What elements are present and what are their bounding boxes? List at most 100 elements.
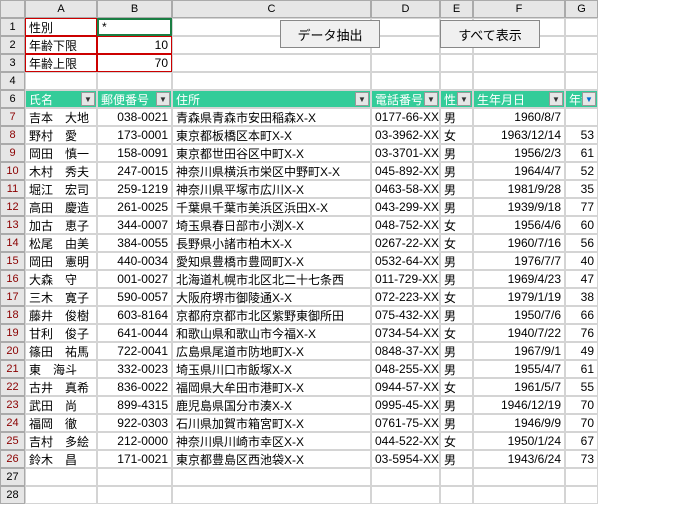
filter-dropdown-icon[interactable]: ▼ [156,92,170,106]
cell-phone[interactable]: 011-729-XXXX [371,270,440,288]
cell-name[interactable]: 吉本 大地 [25,108,97,126]
row-header[interactable]: 14 [0,234,25,252]
cell-name[interactable]: 岡田 憲明 [25,252,97,270]
cell-postcode[interactable]: 922-0303 [97,414,172,432]
cell-age[interactable]: 38 [565,288,598,306]
cell-postcode[interactable]: 836-0022 [97,378,172,396]
col-header[interactable]: C [172,0,371,18]
cell-age[interactable] [565,108,598,126]
cell-postcode[interactable]: 001-0027 [97,270,172,288]
cell-postcode[interactable]: 603-8164 [97,306,172,324]
cell-age[interactable]: 73 [565,450,598,468]
criteria-value[interactable]: * [97,18,172,36]
cell-sex[interactable]: 男 [440,450,473,468]
cell-address[interactable]: 京都府京都市北区紫野東御所田 [172,306,371,324]
empty-cell[interactable] [565,72,598,90]
cell-sex[interactable]: 男 [440,396,473,414]
cell-age[interactable]: 47 [565,270,598,288]
cell-birthday[interactable]: 1950/7/6 [473,306,565,324]
cell-sex[interactable]: 男 [440,306,473,324]
cell-name[interactable]: 武田 尚 [25,396,97,414]
cell-address[interactable]: 埼玉県春日部市小渕X-X [172,216,371,234]
cell-birthday[interactable]: 1956/2/3 [473,144,565,162]
cell-phone[interactable]: 03-3701-XXXX [371,144,440,162]
row-header[interactable]: 26 [0,450,25,468]
row-header[interactable]: 25 [0,432,25,450]
cell-postcode[interactable]: 440-0034 [97,252,172,270]
cell-phone[interactable]: 0944-57-XXXX [371,378,440,396]
cell-age[interactable]: 52 [565,162,598,180]
cell-sex[interactable]: 男 [440,198,473,216]
filter-dropdown-icon[interactable]: ▼ [424,92,438,106]
cell-sex[interactable]: 女 [440,324,473,342]
cell-birthday[interactable]: 1967/9/1 [473,342,565,360]
cell-age[interactable]: 40 [565,252,598,270]
cell-name[interactable]: 岡田 慎一 [25,144,97,162]
cell-age[interactable]: 55 [565,378,598,396]
cell-birthday[interactable]: 1969/4/23 [473,270,565,288]
cell-postcode[interactable]: 038-0021 [97,108,172,126]
cell-address[interactable]: 大阪府堺市御陵通X-X [172,288,371,306]
cell-phone[interactable]: 044-522-XXXX [371,432,440,450]
cell-sex[interactable]: 男 [440,270,473,288]
cell-sex[interactable]: 女 [440,234,473,252]
cell-birthday[interactable]: 1955/4/7 [473,360,565,378]
cell-name[interactable]: 三木 寛子 [25,288,97,306]
empty-cell[interactable] [172,54,371,72]
cell-name[interactable]: 加古 恵子 [25,216,97,234]
cell-birthday[interactable]: 1964/4/7 [473,162,565,180]
row-header[interactable]: 11 [0,180,25,198]
cell-name[interactable]: 篠田 祐馬 [25,342,97,360]
row-header[interactable]: 12 [0,198,25,216]
row-header[interactable]: 27 [0,468,25,486]
cell-age[interactable]: 66 [565,306,598,324]
filter-dropdown-icon[interactable]: ▼ [549,92,563,106]
cell-name[interactable]: 甘利 俊子 [25,324,97,342]
cell-address[interactable]: 広島県尾道市防地町X-X [172,342,371,360]
empty-cell[interactable] [371,54,440,72]
col-header[interactable]: G [565,0,598,18]
cell-birthday[interactable]: 1950/1/24 [473,432,565,450]
empty-cell[interactable] [371,486,440,504]
empty-cell[interactable] [97,468,172,486]
col-header[interactable]: B [97,0,172,18]
criteria-value[interactable]: 70 [97,54,172,72]
empty-cell[interactable] [25,468,97,486]
cell-birthday[interactable]: 1979/1/19 [473,288,565,306]
cell-address[interactable]: 神奈川県川崎市幸区X-X [172,432,371,450]
row-header[interactable]: 18 [0,306,25,324]
col-header[interactable]: D [371,0,440,18]
empty-cell[interactable] [371,72,440,90]
filter-dropdown-icon[interactable]: ▼ [582,92,596,106]
row-header[interactable]: 13 [0,216,25,234]
cell-postcode[interactable]: 590-0057 [97,288,172,306]
cell-postcode[interactable]: 259-1219 [97,180,172,198]
row-header[interactable]: 4 [0,72,25,90]
cell-phone[interactable]: 0177-66-XXXX [371,108,440,126]
row-header[interactable]: 3 [0,54,25,72]
cell-postcode[interactable]: 158-0091 [97,144,172,162]
cell-address[interactable]: 埼玉県川口市飯塚X-X [172,360,371,378]
cell-birthday[interactable]: 1963/12/14 [473,126,565,144]
empty-cell[interactable] [473,486,565,504]
empty-cell[interactable] [172,486,371,504]
cell-postcode[interactable]: 722-0041 [97,342,172,360]
empty-cell[interactable] [565,486,598,504]
cell-name[interactable]: 東 海斗 [25,360,97,378]
cell-phone[interactable]: 0848-37-XXXX [371,342,440,360]
cell-phone[interactable]: 0995-45-XXXX [371,396,440,414]
cell-phone[interactable]: 048-255-XXXX [371,360,440,378]
cell-name[interactable]: 古井 真希 [25,378,97,396]
cell-age[interactable]: 61 [565,144,598,162]
filter-dropdown-icon[interactable]: ▼ [355,92,369,106]
row-header[interactable]: 8 [0,126,25,144]
cell-sex[interactable]: 男 [440,414,473,432]
col-header[interactable]: A [25,0,97,18]
cell-birthday[interactable]: 1943/6/24 [473,450,565,468]
cell-birthday[interactable]: 1960/7/16 [473,234,565,252]
cell-address[interactable]: 和歌山県和歌山市今福X-X [172,324,371,342]
extract-button[interactable]: データ抽出 [280,20,380,48]
row-header[interactable]: 7 [0,108,25,126]
cell-sex[interactable]: 男 [440,360,473,378]
cell-sex[interactable]: 男 [440,108,473,126]
